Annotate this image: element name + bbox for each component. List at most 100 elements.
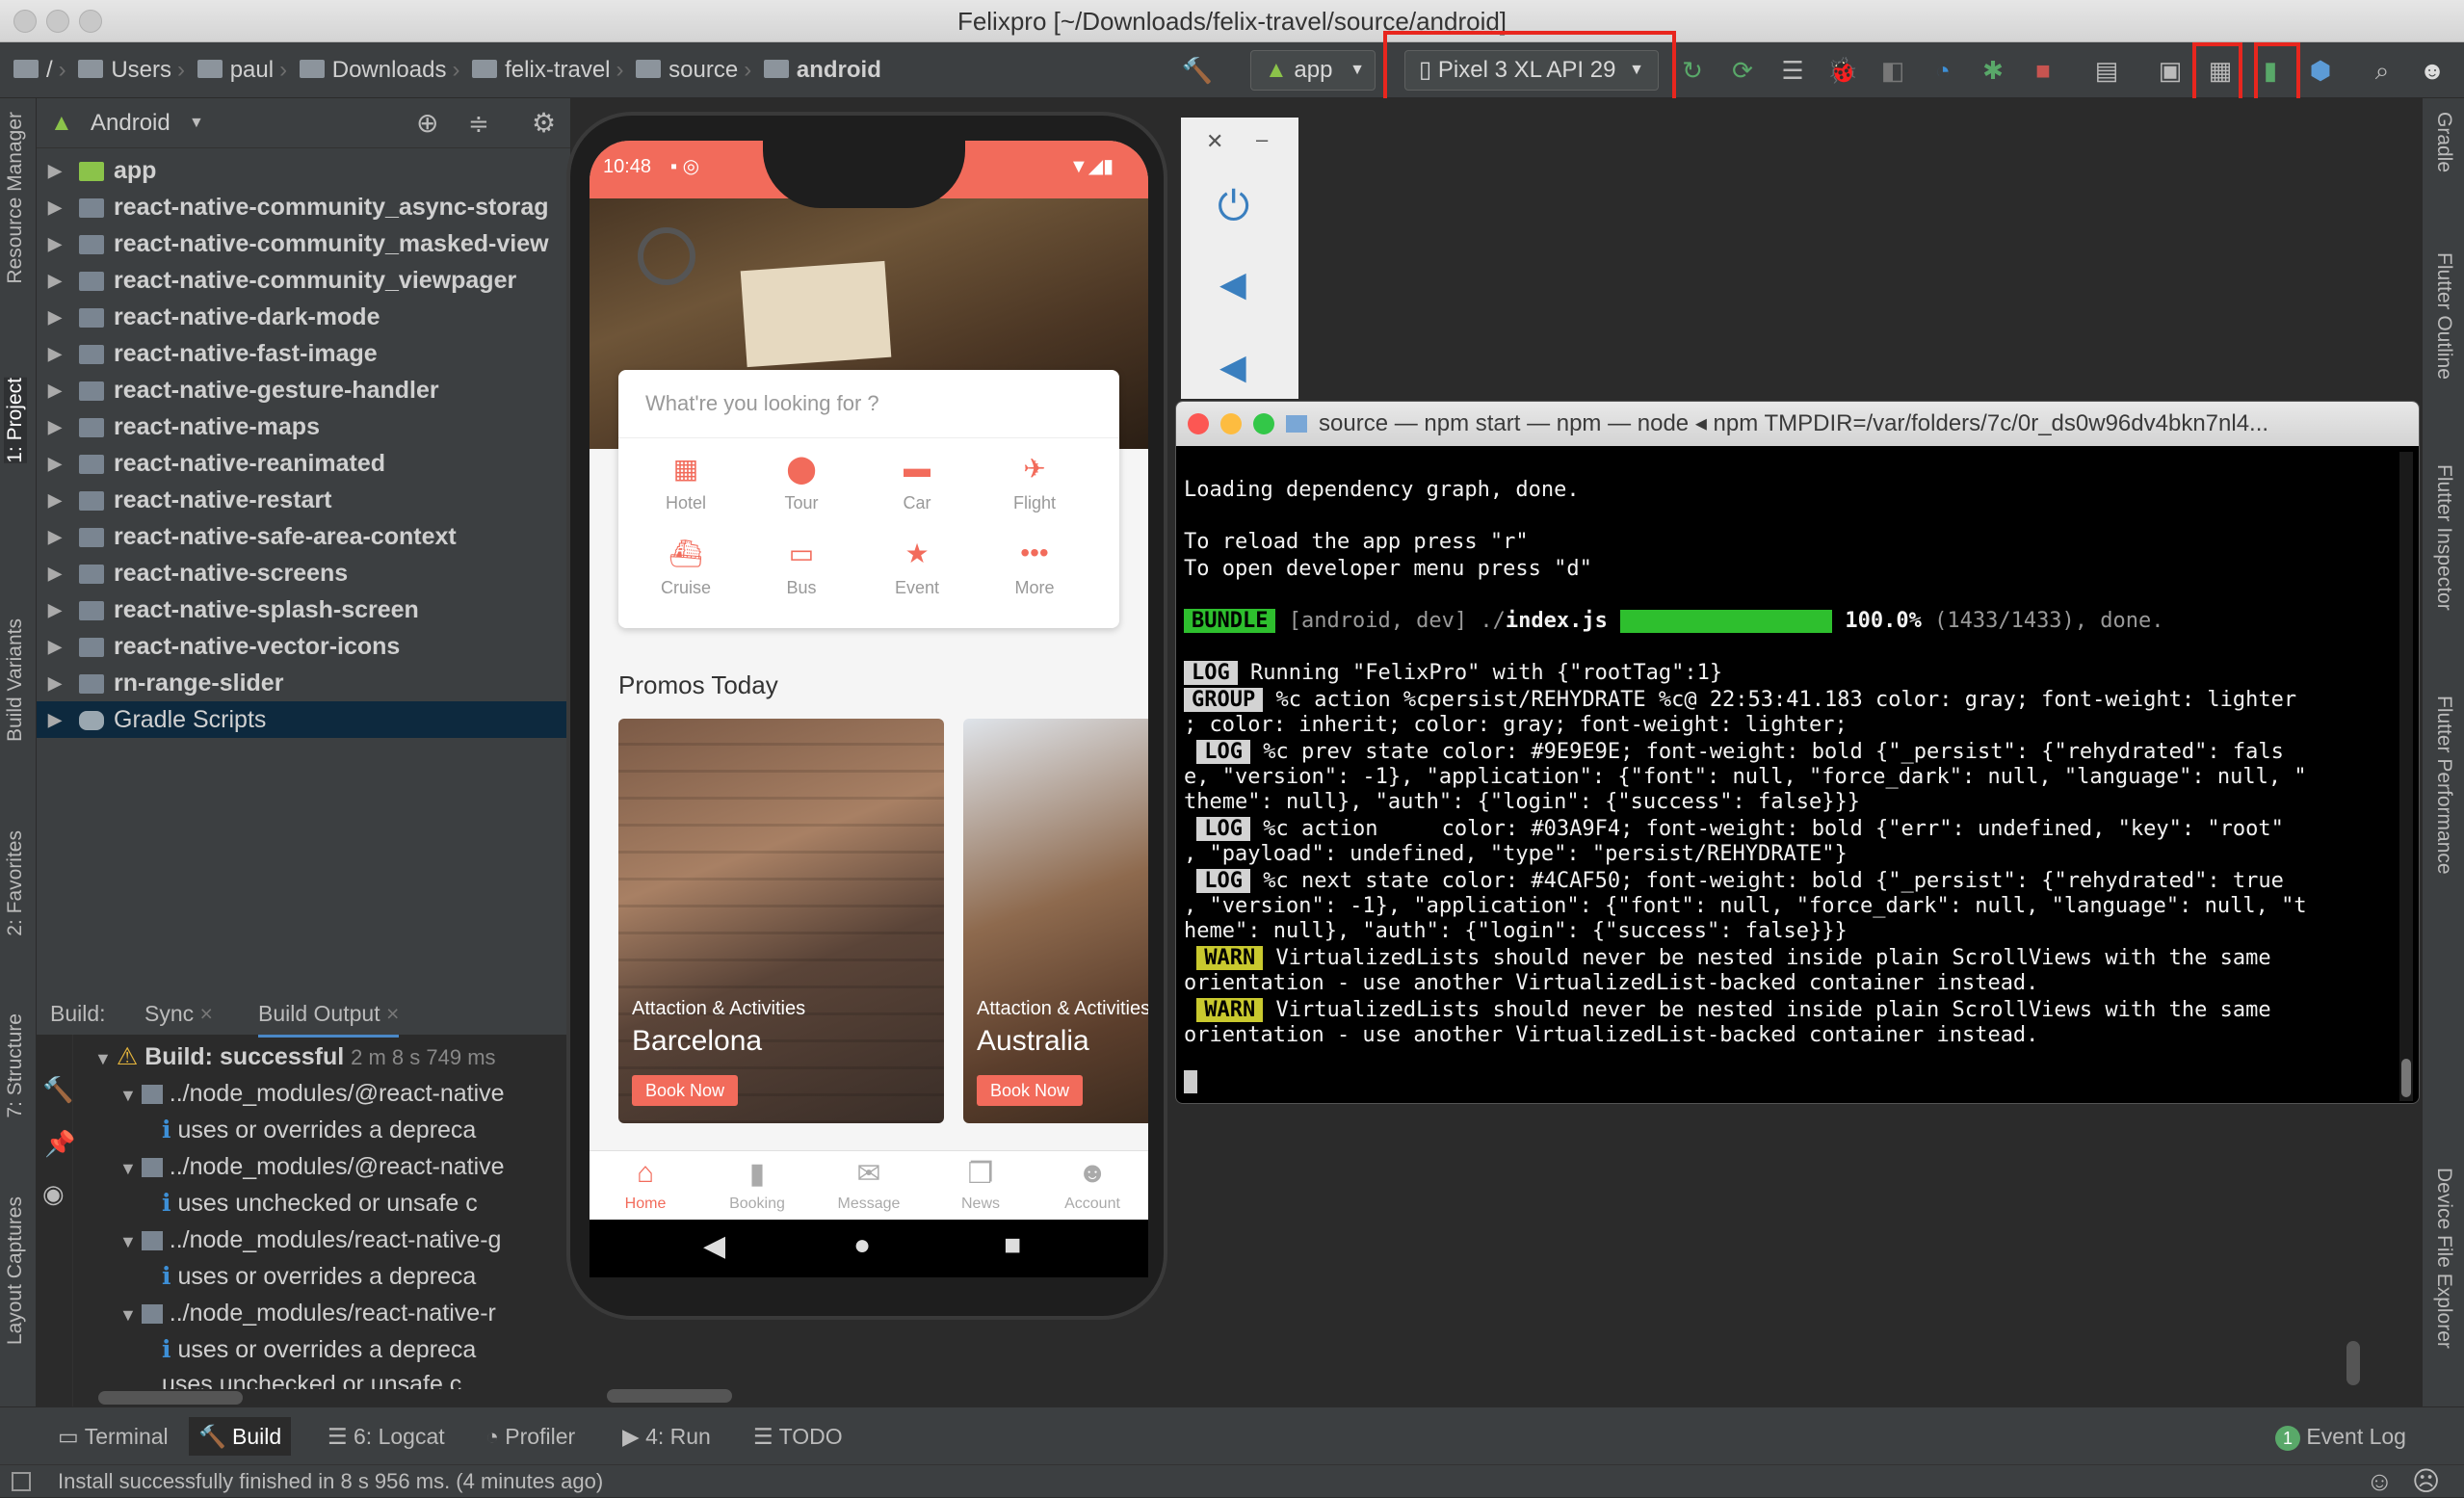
breadcrumb-item[interactable]: Users — [78, 57, 171, 83]
tab-build-output[interactable]: Build Output × — [258, 992, 400, 1038]
tab-home[interactable]: Home — [590, 1196, 701, 1213]
news-icon[interactable]: ❐ — [925, 1157, 1036, 1191]
build-tree-row[interactable]: ▼ ../node_modules/react-native-g — [119, 1222, 620, 1258]
vertical-scrollbar[interactable] — [2346, 1341, 2360, 1385]
tab-message[interactable]: Message — [813, 1196, 925, 1213]
project-view-select[interactable]: Android — [91, 98, 170, 148]
eye-icon[interactable]: ◉ — [42, 1179, 65, 1209]
build-tree-row[interactable]: ▼ ../node_modules/@react-native — [119, 1075, 620, 1112]
profiler-icon[interactable]: ◔ — [1927, 54, 1959, 87]
tree-item[interactable]: ▶ react-native-community_async-storag — [37, 189, 570, 225]
breadcrumb-item[interactable]: source — [636, 57, 738, 83]
tree-item[interactable]: ▶ react-native-community_viewpager — [37, 262, 570, 299]
cruise-icon[interactable]: ⛴ — [647, 538, 724, 569]
tree-item[interactable]: ▶ react-native-maps — [37, 408, 570, 445]
apply-changes-icon[interactable]: ⟳ — [1726, 54, 1759, 87]
tab-run[interactable]: ▶ 4: Run — [613, 1417, 721, 1456]
build-tree-row[interactable]: ▼ ../node_modules/react-native-r — [119, 1295, 620, 1331]
run-config-select[interactable]: ▲ app ▼ — [1250, 50, 1376, 91]
minimize-window-button[interactable] — [46, 10, 69, 33]
layout-inspector-icon[interactable]: ▣ — [2154, 54, 2187, 87]
mail-icon[interactable]: ✉ — [813, 1157, 925, 1191]
hammer-icon[interactable]: 🔨 — [42, 1075, 73, 1105]
pin-icon[interactable]: 📌 — [44, 1129, 75, 1159]
flight-icon[interactable]: ✈ — [996, 453, 1073, 485]
sync-gradle-icon[interactable]: ⬢ — [2304, 54, 2337, 87]
attach-debugger-icon[interactable]: ✱ — [1977, 54, 2009, 87]
tab-build[interactable]: 🔨 Build — [189, 1417, 292, 1456]
promo-card[interactable]: Attaction & Activities Australia Book No… — [963, 719, 1148, 1123]
chevron-down-icon[interactable]: ▼ — [189, 98, 204, 148]
coverage-icon[interactable]: ◧ — [1876, 54, 1909, 87]
tab-account[interactable]: Account — [1036, 1196, 1148, 1213]
book-now-button[interactable]: Book Now — [977, 1075, 1084, 1106]
tab-sync[interactable]: Sync × — [144, 992, 213, 1035]
gear-icon[interactable]: ⚙ — [532, 98, 556, 148]
tree-item[interactable]: ▶ react-native-screens — [37, 555, 570, 591]
project-structure-icon[interactable]: ▤ — [2090, 54, 2123, 87]
tree-item[interactable]: ▶ react-native-gesture-handler — [37, 372, 570, 408]
locate-icon[interactable]: ⊕ — [416, 98, 438, 148]
back-icon[interactable]: ◀ — [703, 1229, 725, 1263]
tab-resource-manager[interactable]: Resource Manager — [4, 112, 27, 284]
car-icon[interactable]: ▬ — [878, 453, 956, 484]
tree-item[interactable]: ▶ react-native-fast-image — [37, 335, 570, 372]
tab-profiler[interactable]: ◔ Profiler — [476, 1417, 585, 1456]
volume-down-icon[interactable]: ◀ — [1219, 347, 1246, 387]
breadcrumb-item[interactable]: android — [763, 57, 881, 83]
hammer-icon[interactable]: 🔨 — [1181, 54, 1214, 87]
tree-item[interactable]: ▶ react-native-restart — [37, 482, 570, 518]
book-now-button[interactable]: Book Now — [632, 1075, 739, 1106]
horizontal-scrollbar[interactable] — [98, 1391, 243, 1405]
tree-item[interactable]: ▶ app — [37, 152, 570, 189]
maximize-window-button[interactable] — [1253, 413, 1274, 434]
power-icon[interactable]: ⏻ — [1218, 183, 1249, 230]
close-icon[interactable]: ✕ — [1206, 129, 1223, 154]
account-icon[interactable]: ☻ — [2416, 54, 2449, 87]
account-icon[interactable]: ☻ — [1036, 1157, 1148, 1190]
recents-icon[interactable]: ■ — [1004, 1229, 1021, 1262]
build-result-row[interactable]: ▼ ⚠ Build: successful 2 m 8 s 749 ms — [94, 1038, 595, 1075]
tab-build-variants[interactable]: Build Variants — [4, 618, 27, 742]
tree-item[interactable]: ▶ react-native-vector-icons — [37, 628, 570, 665]
tab-flutter-performance[interactable]: Flutter Performance — [2432, 696, 2455, 875]
tab-booking[interactable]: Booking — [701, 1196, 813, 1213]
rerun-icon[interactable]: ↻ — [1676, 54, 1709, 87]
search-input[interactable]: What're you looking for ? — [645, 391, 879, 416]
happy-face-icon[interactable]: ☺ — [2366, 1465, 2394, 1498]
tree-item[interactable]: ▶ react-native-dark-mode — [37, 299, 570, 335]
stop-icon[interactable]: ■ — [2027, 54, 2059, 87]
promo-card[interactable]: Attaction & Activities Barcelona Book No… — [618, 719, 944, 1123]
tree-item-gradle-scripts[interactable]: ▶ Gradle Scripts — [37, 701, 570, 738]
tree-item[interactable]: ▶ rn-range-slider — [37, 665, 570, 701]
tab-favorites[interactable]: 2: Favorites — [4, 830, 27, 936]
home-button-icon[interactable]: ● — [853, 1229, 871, 1262]
tree-item[interactable]: ▶ react-native-community_masked-view — [37, 225, 570, 262]
hotel-icon[interactable]: ▦ — [647, 453, 724, 485]
list-icon[interactable]: ☰ — [1776, 54, 1809, 87]
tab-flutter-outline[interactable]: Flutter Outline — [2432, 252, 2455, 380]
breadcrumb-item[interactable]: felix-travel — [472, 57, 611, 83]
maximize-window-button[interactable] — [79, 10, 102, 33]
close-window-button[interactable] — [1188, 413, 1209, 434]
close-window-button[interactable] — [13, 10, 37, 33]
tree-item[interactable]: ▶ react-native-splash-screen — [37, 591, 570, 628]
terminal-scrollbar[interactable] — [2399, 452, 2413, 1101]
tab-structure[interactable]: 7: Structure — [4, 1013, 27, 1118]
collapse-icon[interactable]: ≑ — [468, 98, 489, 148]
home-icon[interactable]: ⌂ — [590, 1157, 701, 1190]
build-tree-row[interactable]: ▼ ../node_modules/@react-native — [119, 1148, 620, 1185]
more-icon[interactable]: ••• — [996, 538, 1073, 568]
minimize-window-button[interactable] — [1220, 413, 1242, 434]
breadcrumb-item[interactable]: paul — [197, 57, 274, 83]
sad-face-icon[interactable]: ☹ — [2412, 1465, 2440, 1498]
tab-terminal[interactable]: ▭ Terminal — [48, 1417, 178, 1456]
tree-item[interactable]: ▶ react-native-safe-area-context — [37, 518, 570, 555]
horizontal-scrollbar[interactable] — [607, 1389, 732, 1403]
tab-todo[interactable]: ☰ TODO — [744, 1417, 852, 1456]
bus-icon[interactable]: ▭ — [763, 538, 840, 569]
toggle-panel-icon[interactable] — [12, 1472, 31, 1491]
minimize-icon[interactable]: – — [1256, 127, 1268, 152]
search-icon[interactable]: ⌕ — [2366, 54, 2398, 87]
debug-icon[interactable]: 🐞 — [1826, 54, 1859, 87]
